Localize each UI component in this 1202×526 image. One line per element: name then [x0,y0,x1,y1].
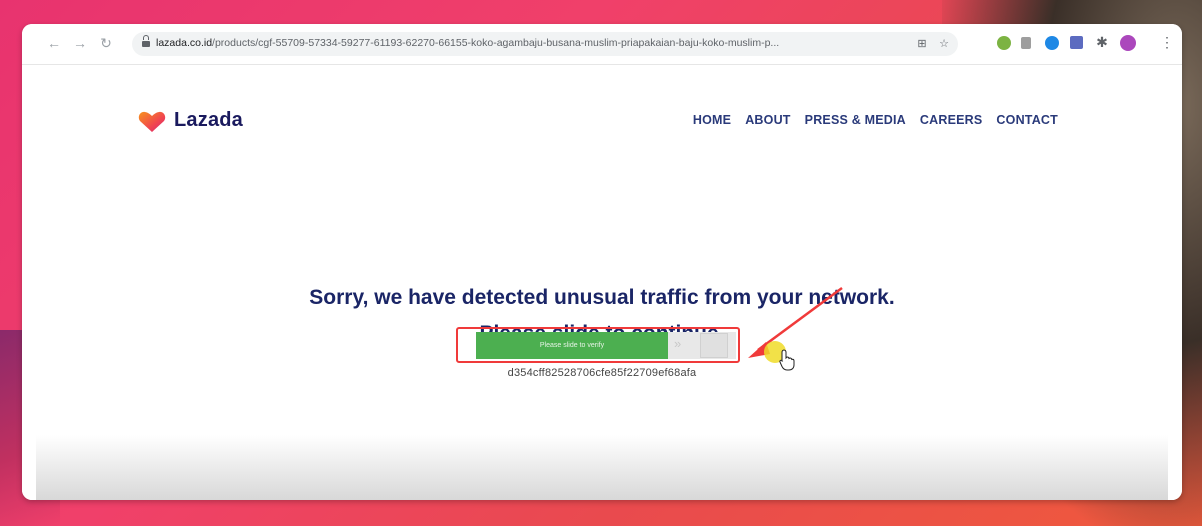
back-arrow-icon[interactable]: ← [46,35,62,51]
forward-arrow-icon[interactable]: → [72,35,88,51]
profile-avatar-icon[interactable] [1120,35,1136,51]
extension-blue-icon[interactable] [1045,36,1059,50]
page-content: Lazada HOME ABOUT PRESS & MEDIA CAREERS … [22,65,1182,500]
lock-icon [142,35,150,47]
nav-careers[interactable]: CAREERS [920,113,983,127]
browser-toolbar: ← → ↻ lazada.co.id/products/cgf-55709-57… [22,24,1182,65]
download-icon[interactable] [1021,37,1031,49]
reload-icon[interactable]: ↻ [98,35,114,51]
menu-dots-icon[interactable]: ⋮ [1160,34,1174,51]
annotation-arrow-icon [748,286,843,358]
extension-green-icon[interactable] [997,36,1011,50]
url-path: /products/cgf-55709-57334-59277-61193-62… [212,37,780,49]
nav-contact[interactable]: CONTACT [996,113,1058,127]
extension-square-icon[interactable] [1070,36,1083,49]
url-text[interactable]: lazada.co.id/products/cgf-55709-57334-59… [156,37,916,49]
page-footer-fade [36,435,1168,500]
url-host: lazada.co.id [156,37,213,49]
nav-about[interactable]: ABOUT [745,113,790,127]
puzzle-icon[interactable]: ✱ [1094,34,1110,50]
star-icon[interactable]: ☆ [936,36,952,52]
nav-press-media[interactable]: PRESS & MEDIA [805,113,906,127]
heart-logo-icon [138,111,166,132]
hand-cursor-icon [779,349,795,371]
top-navigation: HOME ABOUT PRESS & MEDIA CAREERS CONTACT [693,113,1058,127]
browser-window: ← → ↻ lazada.co.id/products/cgf-55709-57… [22,24,1182,500]
verification-token: d354cff82528706cfe85f22709ef68afa [507,367,697,379]
translate-icon[interactable]: ⊞ [914,36,930,52]
address-bar[interactable]: lazada.co.id/products/cgf-55709-57334-59… [132,32,958,56]
nav-home[interactable]: HOME [693,113,731,127]
brand-name: Lazada [174,109,244,131]
highlight-box [456,327,740,363]
unusual-traffic-message: Sorry, we have detected unusual traffic … [309,286,895,309]
